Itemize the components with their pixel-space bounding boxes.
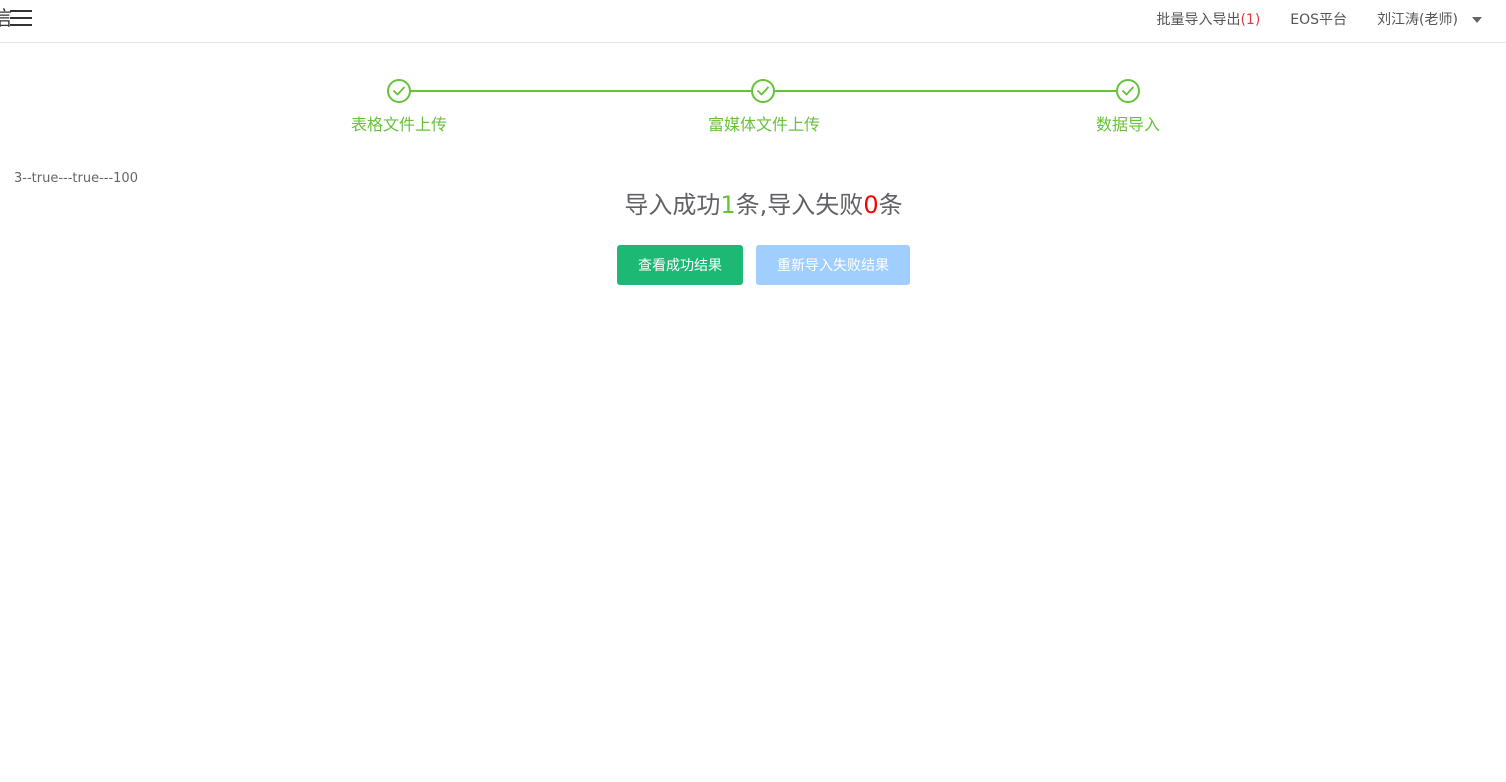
step-check-icon (387, 79, 411, 103)
reimport-failed-results-button[interactable]: 重新导入失败结果 (756, 245, 910, 285)
step-label-data-import: 数据导入 (1095, 115, 1161, 134)
import-result-summary: 导入成功1条,导入失败0条 (0, 185, 1506, 220)
result-middle: 条,导入失败 (735, 191, 864, 219)
step-label-media-upload: 富媒体文件上传 (707, 115, 821, 134)
result-suffix: 条 (878, 191, 903, 219)
import-steps: 表格文件上传 富媒体文件上传 数据导入 (0, 0, 1506, 140)
step-label-spreadsheet-upload: 表格文件上传 (350, 115, 448, 134)
debug-status-text: 3--true---true---100 (14, 171, 138, 186)
step-check-icon (751, 79, 775, 103)
step-check-icon (1116, 79, 1140, 103)
step-connector (410, 90, 751, 92)
success-count: 1 (720, 191, 736, 219)
view-success-results-button[interactable]: 查看成功结果 (617, 245, 743, 285)
step-connector (775, 90, 1116, 92)
result-prefix: 导入成功 (624, 191, 721, 219)
fail-count: 0 (863, 191, 879, 219)
